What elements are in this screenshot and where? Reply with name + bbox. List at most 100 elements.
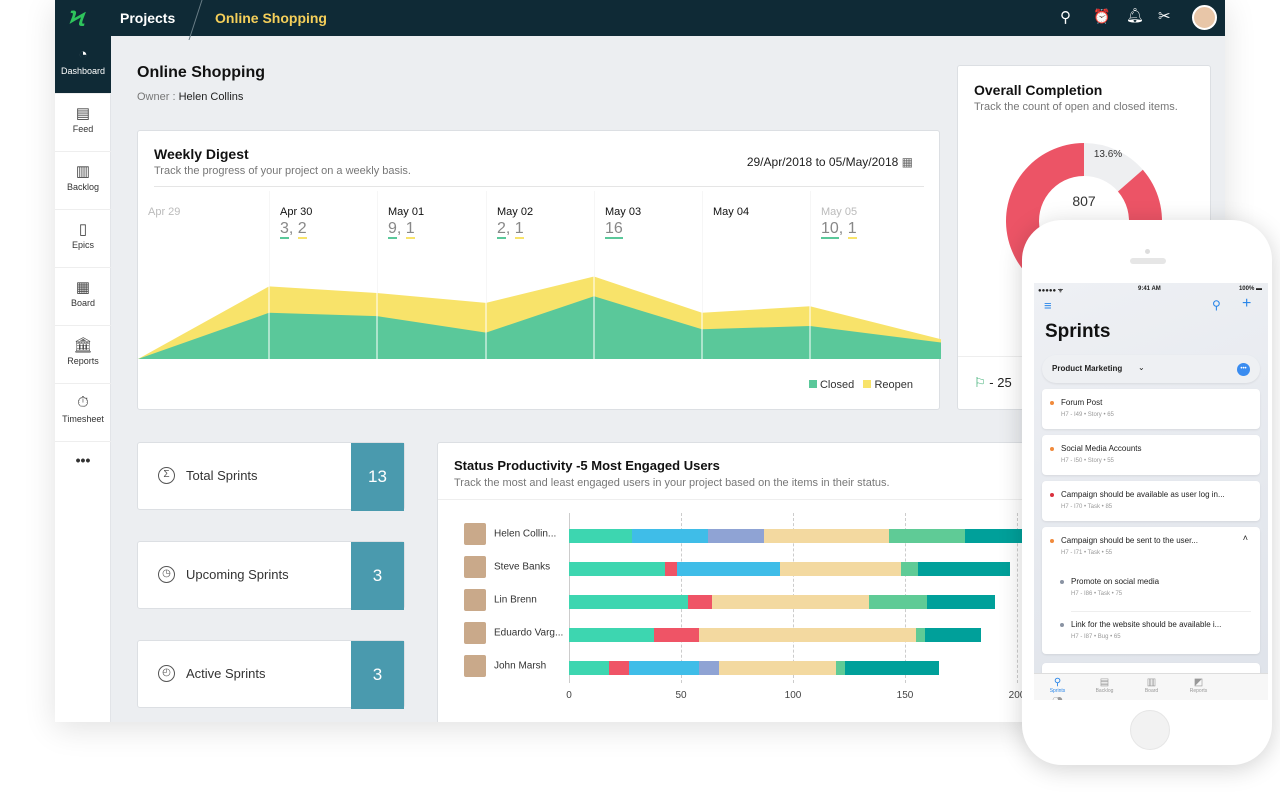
search-icon[interactable]: ⚲	[1212, 298, 1221, 312]
percent-label: 13.6%	[1094, 149, 1122, 160]
status-dot	[1060, 623, 1064, 627]
bar-segment[interactable]	[889, 529, 966, 543]
bar-segment[interactable]	[779, 562, 901, 576]
sidebar-item-timesheet[interactable]: ⏱︎ Timesheet	[55, 384, 111, 442]
stat-card-upcoming-sprints[interactable]: ◷ Upcoming Sprints 3	[137, 541, 405, 610]
search-icon[interactable]: ⚲	[1060, 8, 1071, 26]
bar-segment[interactable]	[925, 628, 982, 642]
menu-icon[interactable]: ≡	[1044, 298, 1052, 313]
add-icon[interactable]: +	[1242, 295, 1251, 313]
bar-segment[interactable]	[629, 661, 699, 675]
avatar[interactable]	[1192, 5, 1217, 30]
date-range[interactable]: 29/Apr/2018 to 05/May/2018 ▦	[747, 155, 913, 169]
stat-value: 3	[351, 542, 404, 610]
sidebar-item-label: Timesheet	[62, 414, 104, 424]
x-tick: 0	[566, 690, 572, 701]
sidebar-item-epics[interactable]: ▯ Epics	[55, 210, 111, 268]
stat-value: 3	[351, 641, 404, 709]
phone-screen: ●●●●● ᯤ 9:41 AM 100% ▬ ≡ ⚲ + Sprints Pro…	[1034, 283, 1268, 700]
sprint-item[interactable]: Social Media Accounts H7 - I50 • Story • …	[1042, 435, 1260, 475]
sidebar-item-board[interactable]: ▦ Board	[55, 268, 111, 326]
bar-segment[interactable]	[569, 628, 655, 642]
bar-segment[interactable]	[869, 595, 928, 609]
bar-segment[interactable]	[707, 529, 764, 543]
project-selector[interactable]: Product Marketing ⌄ •••	[1042, 355, 1260, 383]
bar-segment[interactable]	[665, 562, 677, 576]
breadcrumb-projects[interactable]: Projects	[120, 10, 175, 26]
bar-segment[interactable]	[676, 562, 780, 576]
bar-segment[interactable]	[916, 628, 926, 642]
tab-board[interactable]: ▥ Board	[1128, 677, 1175, 694]
bar-segment[interactable]	[835, 661, 845, 675]
sprint-item[interactable]: Campaign should be available as user log…	[1042, 481, 1260, 521]
completion-subtitle: Track the count of open and closed items…	[974, 101, 1178, 113]
tab-sprints[interactable]: ⚲ Sprints	[1034, 677, 1081, 694]
bar-segment[interactable]	[844, 661, 939, 675]
subitem-title[interactable]: Promote on social media	[1071, 577, 1159, 586]
bar-segment[interactable]	[654, 628, 699, 642]
sidebar-item-label: Epics	[71, 240, 94, 250]
bar-segment[interactable]	[927, 595, 995, 609]
bar-segment[interactable]	[698, 661, 720, 675]
tab-backlog[interactable]: ▤ Backlog	[1081, 677, 1128, 694]
tab-label: Backlog	[1095, 688, 1114, 694]
bar-segment[interactable]	[609, 661, 630, 675]
bell-icon[interactable]: 🔔︎	[1126, 7, 1144, 24]
x-tick: 150	[896, 690, 914, 701]
more-icon[interactable]: •••	[1237, 363, 1250, 376]
sidebar-item-feed[interactable]: ▤ Feed	[55, 94, 111, 152]
stat-card-total-sprints[interactable]: Σ Total Sprints 13	[137, 442, 405, 511]
item-meta: H7 - I71 • Task • 55	[1061, 550, 1113, 556]
sprint-item[interactable]: Forum Post H7 - I49 • Story • 65	[1042, 389, 1260, 429]
stat-label: Total Sprints	[186, 468, 258, 483]
bar-segment[interactable]	[687, 595, 713, 609]
sidebar-item-label: Backlog	[66, 182, 100, 192]
item-meta: H7 - I50 • Story • 55	[1061, 458, 1114, 464]
bar-segment[interactable]	[569, 595, 688, 609]
bar-segment[interactable]	[569, 661, 610, 675]
bar-segment[interactable]	[918, 562, 1011, 576]
sidebar-item-label: Feed	[72, 124, 94, 134]
calendar-icon[interactable]: ▦	[902, 155, 913, 169]
avatar	[464, 523, 486, 545]
bar-segment[interactable]	[719, 661, 836, 675]
tab-reports[interactable]: ◩ Reports	[1175, 677, 1222, 694]
tab-users[interactable]: 👥︎Users	[1034, 697, 1081, 700]
timer-icon: ⏱︎	[77, 394, 89, 411]
page-title: Online Shopping	[137, 64, 265, 81]
tools-icon[interactable]: ✂	[1158, 7, 1171, 25]
sidebar-item-reports[interactable]: 🏛︎ Reports	[55, 326, 111, 384]
item-meta: H7 - I49 • Story • 65	[1061, 412, 1114, 418]
avatar	[464, 556, 486, 578]
bar-segment[interactable]	[569, 529, 632, 543]
bar-segment[interactable]	[698, 628, 917, 642]
weekly-digest-card: Weekly Digest Track the progress of your…	[137, 130, 941, 410]
phone-title: Sprints	[1045, 321, 1111, 342]
chevron-up-icon[interactable]: ˄	[1243, 533, 1248, 543]
tab-label: Reports	[1189, 688, 1208, 694]
divider	[1071, 611, 1251, 612]
avatar	[464, 655, 486, 677]
status-dot	[1050, 493, 1054, 497]
owner-label: Owner :	[137, 91, 176, 103]
stat-card-active-sprints[interactable]: ◴ Active Sprints 3	[137, 640, 405, 709]
sidebar-item-dashboard[interactable]: ◔ Dashboard	[55, 36, 111, 94]
bar-segment[interactable]	[763, 529, 890, 543]
bar-segment[interactable]	[900, 562, 919, 576]
more-button[interactable]: •••	[55, 442, 111, 500]
status-dot	[1050, 539, 1054, 543]
subitem-title[interactable]: Link for the website should be available…	[1071, 620, 1221, 629]
user-label: Helen Collin...	[464, 523, 556, 545]
sprint-item[interactable]: Campaign should be sent to the user... H7…	[1042, 527, 1260, 654]
item-title: Forum Post	[1061, 398, 1103, 407]
home-button[interactable]	[1130, 710, 1170, 750]
alarm-icon[interactable]: ⏰	[1093, 8, 1110, 25]
bar-segment[interactable]	[965, 529, 1029, 543]
stat-icon: Σ	[158, 467, 175, 484]
breadcrumb-current[interactable]: Online Shopping	[215, 10, 327, 26]
bar-segment[interactable]	[569, 562, 666, 576]
reports-icon: 🏛︎	[73, 337, 93, 354]
bar-segment[interactable]	[631, 529, 708, 543]
sidebar-item-backlog[interactable]: ▥ Backlog	[55, 152, 111, 210]
bar-segment[interactable]	[712, 595, 870, 609]
